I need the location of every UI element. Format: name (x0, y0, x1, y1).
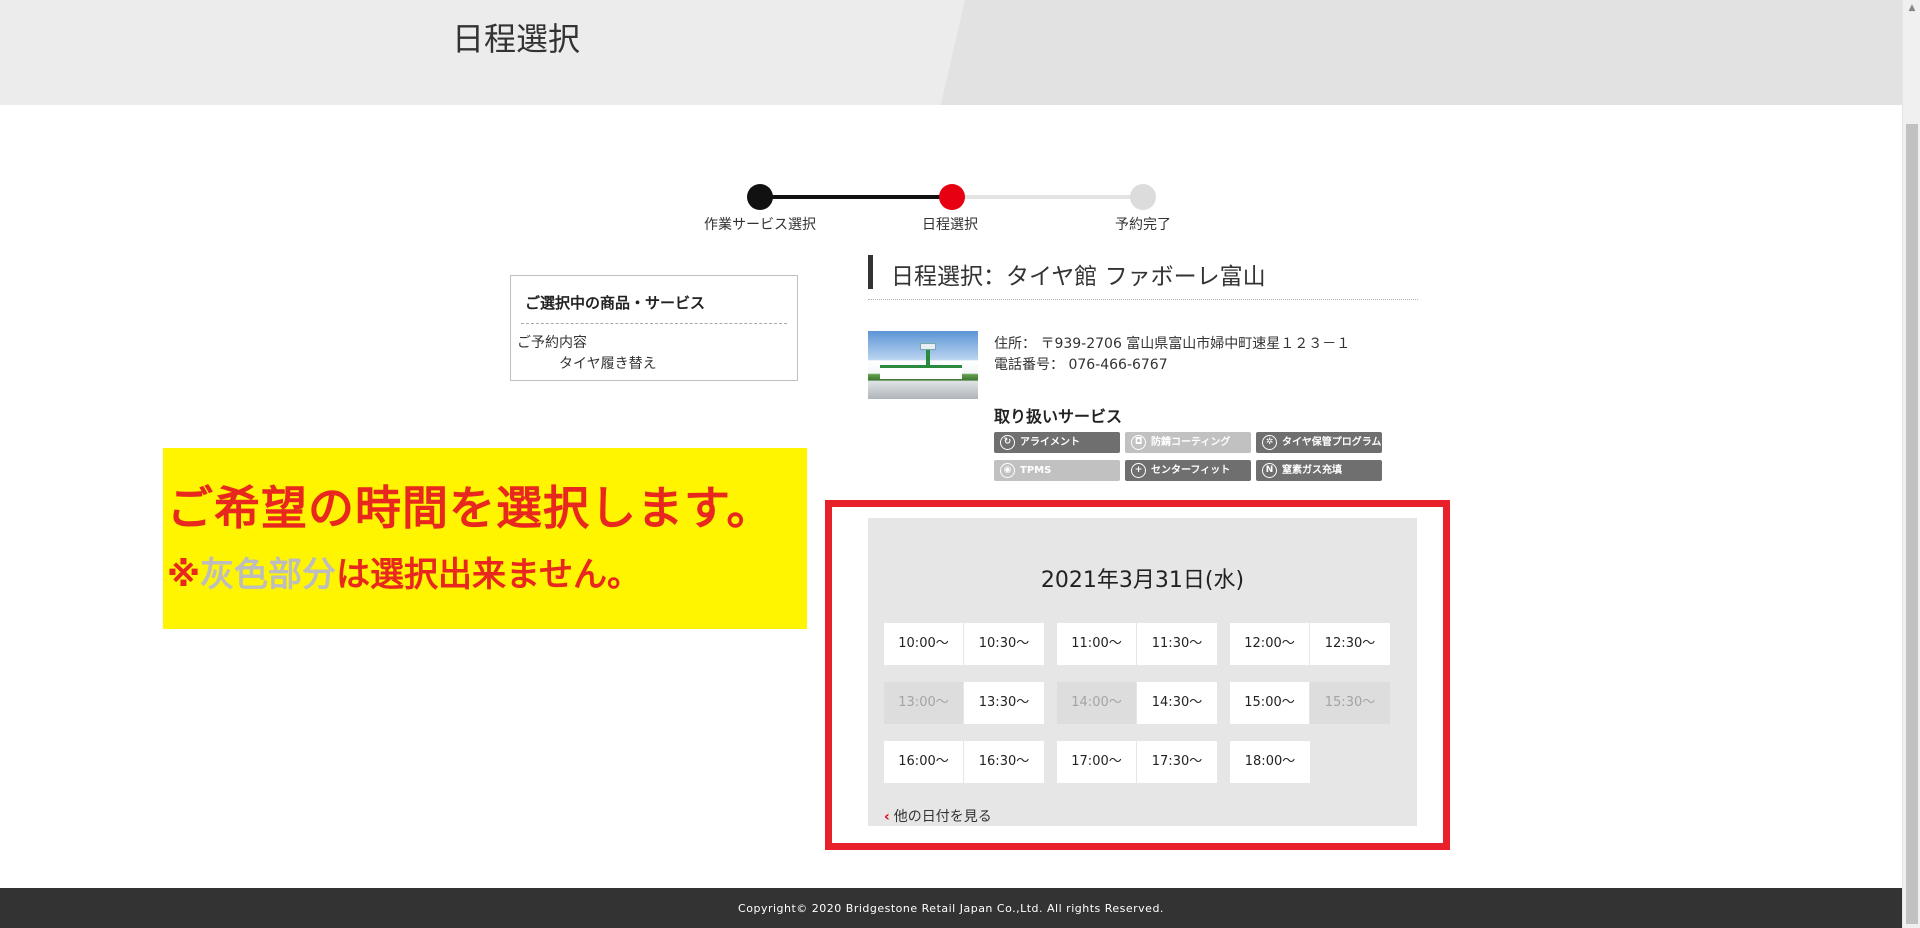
service-badge-alignment: ↻ アライメント (994, 432, 1120, 453)
heading-accent-bar (868, 255, 873, 289)
center-fit-icon: + (1131, 463, 1146, 478)
tire-storage-icon: ✲ (1262, 435, 1277, 450)
annotation-sub-gray: 灰色部分 (200, 555, 337, 595)
time-slot-1630[interactable]: 16:30〜 (964, 741, 1044, 783)
time-slot-1300: 13:00〜 (884, 682, 964, 724)
page-header: 日程選択 (0, 0, 1902, 105)
header-decoration (940, 0, 1902, 105)
service-badge-center-fit: + センターフィット (1125, 460, 1251, 481)
instruction-annotation: ご希望の時間を選択します。 ※灰色部分は選択出来ません。 (163, 448, 807, 629)
reservation-content-value: タイヤ履き替え (559, 356, 657, 372)
service-badge-nitrogen: N 窒素ガス充填 (1256, 460, 1382, 481)
time-slot-group: 12:00〜 12:30〜 (1230, 623, 1390, 665)
time-slot-group: 13:00〜 13:30〜 (884, 682, 1044, 724)
step-dot-service (747, 184, 773, 210)
scrollbar[interactable]: ▲ (1902, 0, 1920, 928)
time-slot-group: 15:00〜 15:30〜 (1230, 682, 1390, 724)
service-label: アライメント (1020, 437, 1080, 448)
time-slot-panel: 2021年3月31日(水) 10:00〜 10:30〜 11:00〜 11:30〜 12… (868, 518, 1417, 826)
time-slot-1800[interactable]: 18:00〜 (1230, 741, 1310, 783)
time-slot-group: 17:00〜 17:30〜 (1057, 741, 1217, 783)
service-badge-coating: ◘ 防錆コーティング (1125, 432, 1251, 453)
step-dot-schedule (939, 184, 965, 210)
store-photo (868, 331, 978, 399)
selected-date: 2021年3月31日(水) (1040, 568, 1245, 593)
time-slot-1530: 15:30〜 (1310, 682, 1390, 724)
time-slot-1430[interactable]: 14:30〜 (1137, 682, 1217, 724)
selected-service-box: ご選択中の商品・サービス ご予約内容 タイヤ履き替え (510, 275, 798, 381)
annotation-sub-suffix: は選択出来ません。 (336, 555, 642, 595)
annotation-sub-prefix: ※ (167, 555, 201, 595)
time-slot-group: 16:00〜 16:30〜 (884, 741, 1044, 783)
service-badge-tire-storage: ✲ タイヤ保管プログラム (1256, 432, 1382, 453)
time-slot-group: 11:00〜 11:30〜 (1057, 623, 1217, 665)
reservation-content-label: ご予約内容 (517, 335, 587, 351)
nitrogen-icon: N (1262, 463, 1277, 478)
time-slot-group: 10:00〜 10:30〜 (884, 623, 1044, 665)
divider (521, 323, 787, 324)
other-dates-link[interactable]: ‹ 他の日付を見る (884, 806, 992, 826)
page-footer: Copyright© 2020 Bridgestone Retail Japan… (0, 888, 1902, 928)
time-slot-1330[interactable]: 13:30〜 (964, 682, 1044, 724)
time-slot-1700[interactable]: 17:00〜 (1057, 741, 1137, 783)
step-dot-complete (1130, 184, 1156, 210)
copyright-text: Copyright© 2020 Bridgestone Retail Japan… (738, 902, 1164, 915)
store-heading: 日程選択：タイヤ館 ファボーレ富山 (868, 255, 1418, 300)
progress-stepper: 作業サービス選択 日程選択 予約完了 (700, 183, 1240, 233)
time-slot-1030[interactable]: 10:30〜 (964, 623, 1044, 665)
time-slot-1400: 14:00〜 (1057, 682, 1137, 724)
time-slot-1200[interactable]: 12:00〜 (1230, 623, 1310, 665)
scrollbar-thumb[interactable] (1906, 124, 1918, 924)
service-label: 防錆コーティング (1151, 437, 1231, 448)
time-slot-group: 18:00〜 (1230, 741, 1310, 783)
annotation-main-text: ご希望の時間を選択します。 (167, 481, 774, 535)
store-address: 住所： 〒939-2706 富山県富山市婦中町速星１２３－１ (994, 336, 1351, 352)
time-slot-1100[interactable]: 11:00〜 (1057, 623, 1137, 665)
service-label: センターフィット (1151, 465, 1231, 476)
scroll-up-arrow-icon[interactable]: ▲ (1903, 0, 1920, 17)
tpms-icon: ◉ (1000, 463, 1015, 478)
time-slot-1130[interactable]: 11:30〜 (1137, 623, 1217, 665)
time-slot-group: 14:00〜 14:30〜 (1057, 682, 1217, 724)
step-line-todo (952, 195, 1143, 199)
store-phone: 電話番号： 076-466-6767 (994, 357, 1168, 373)
time-slot-1600[interactable]: 16:00〜 (884, 741, 964, 783)
step-line-done (760, 195, 952, 199)
service-label: TPMS (1020, 465, 1052, 476)
time-slot-1000[interactable]: 10:00〜 (884, 623, 964, 665)
annotation-sub-text: ※灰色部分は選択出来ません。 (167, 547, 641, 596)
time-slot-1230[interactable]: 12:30〜 (1310, 623, 1390, 665)
step-label-schedule: 日程選択 (922, 217, 978, 233)
chevron-left-icon: ‹ (884, 809, 890, 825)
alignment-icon: ↻ (1000, 435, 1015, 450)
store-heading-text: 日程選択：タイヤ館 ファボーレ富山 (891, 264, 1266, 290)
service-label: タイヤ保管プログラム (1282, 437, 1382, 448)
service-label: 窒素ガス充填 (1282, 465, 1342, 476)
selected-service-title: ご選択中の商品・サービス (525, 294, 706, 312)
time-slot-1730[interactable]: 17:30〜 (1137, 741, 1217, 783)
car-coating-icon: ◘ (1131, 435, 1146, 450)
step-label-complete: 予約完了 (1115, 217, 1171, 233)
services-title: 取り扱いサービス (994, 407, 1123, 426)
page-title: 日程選択 (452, 20, 581, 58)
other-dates-label: 他の日付を見る (893, 809, 992, 825)
step-label-service: 作業サービス選択 (704, 217, 816, 233)
service-badge-tpms: ◉ TPMS (994, 460, 1120, 481)
time-slot-1500[interactable]: 15:00〜 (1230, 682, 1310, 724)
